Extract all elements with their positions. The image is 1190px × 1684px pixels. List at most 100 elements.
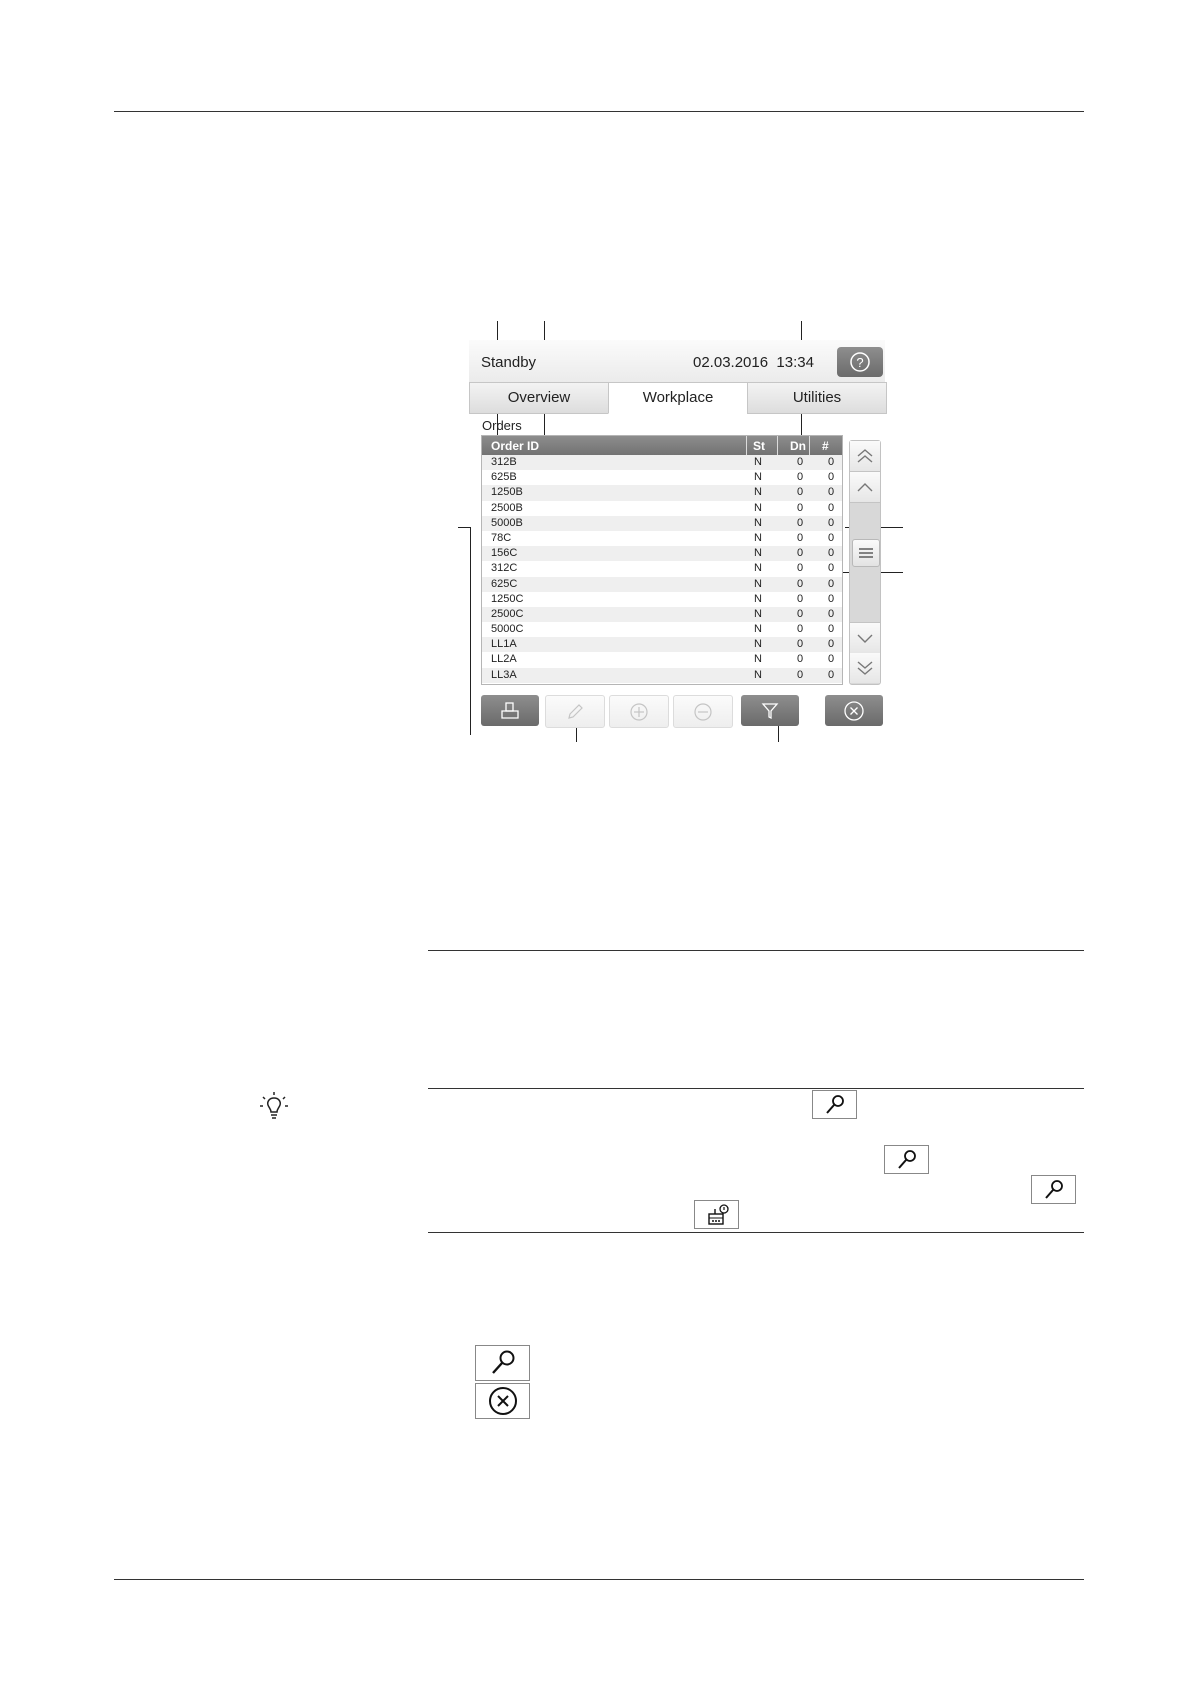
cell-order-id: 625C (491, 577, 518, 590)
cell-count: 0 (828, 623, 835, 636)
tab-overview[interactable]: Overview (469, 382, 609, 414)
double-chevron-up-icon (857, 449, 873, 463)
close-button[interactable] (825, 695, 883, 726)
cell-count: 0 (828, 486, 835, 499)
col-dn[interactable]: Dn (790, 439, 806, 453)
cell-dn: 0 (797, 547, 804, 560)
tab-workplace[interactable]: Workplace (608, 382, 748, 414)
cell-count: 0 (828, 668, 835, 681)
help-button[interactable]: ? (837, 347, 883, 377)
date-time: 02.03.2016 13:34 (693, 354, 814, 371)
cell-st: N (754, 623, 762, 636)
table-row[interactable]: 312C N 0 0 (482, 561, 842, 576)
scroll-top-button[interactable] (850, 441, 880, 472)
cell-st: N (754, 592, 762, 605)
filter-button[interactable] (741, 695, 799, 726)
cell-st: N (754, 638, 762, 651)
svg-text:?: ? (856, 355, 863, 370)
scroll-thumb[interactable] (852, 539, 880, 567)
cell-dn: 0 (797, 516, 804, 529)
cell-order-id: 1250B (491, 486, 523, 499)
table-rule-top (428, 950, 1084, 951)
table-row[interactable]: LL1A N 0 0 (482, 637, 842, 653)
cell-dn: 0 (797, 562, 804, 575)
cell-order-id: 2500C (491, 607, 524, 620)
table-row[interactable]: 5000C N 0 0 (482, 622, 842, 637)
col-st[interactable]: St (753, 439, 765, 453)
cell-st: N (754, 607, 762, 620)
cell-order-id: 312C (491, 562, 518, 575)
device-screen: Standby 02.03.2016 13:34 ? Overview Work… (469, 340, 887, 730)
cell-st: N (754, 486, 762, 499)
tab-bar: Overview Workplace Utilities (469, 382, 887, 414)
search-icon (812, 1090, 857, 1119)
cell-dn: 0 (797, 607, 804, 620)
print-button[interactable] (481, 695, 539, 726)
table-row[interactable]: 2500B N 0 0 (482, 501, 842, 516)
minus-circle-icon (694, 702, 712, 721)
table-row[interactable]: 5000B N 0 0 (482, 515, 842, 531)
scrollbar[interactable] (849, 440, 881, 685)
cell-count: 0 (828, 516, 835, 529)
cell-dn: 0 (797, 653, 804, 666)
tip-rule-bottom (428, 1232, 1084, 1233)
cell-order-id: 5000B (491, 516, 523, 529)
filter-icon (761, 702, 779, 719)
cell-dn: 0 (797, 623, 804, 636)
table-row[interactable]: 156C N 0 0 (482, 546, 842, 562)
help-icon: ? (850, 352, 870, 372)
table-row[interactable]: 1250B N 0 0 (482, 485, 842, 501)
cell-count: 0 (828, 562, 835, 575)
cell-st: N (754, 547, 762, 560)
cell-count: 0 (828, 471, 835, 484)
cell-order-id: 156C (491, 547, 518, 560)
table-header: Order ID St Dn # (482, 436, 842, 455)
footer-rule (114, 1579, 1084, 1580)
cell-st: N (754, 531, 762, 544)
lightbulb-icon (260, 1092, 288, 1119)
col-order-id[interactable]: Order ID (491, 439, 539, 453)
remove-button[interactable] (673, 695, 733, 728)
table-body: 312B N 0 0 625B N 0 0 1250B N 0 0 2500B N 0 0 5000B N 0 0 78… (482, 455, 842, 683)
table-row[interactable]: LL3A N 0 0 (482, 667, 842, 683)
cell-order-id: LL2A (491, 653, 517, 666)
cell-st: N (754, 562, 762, 575)
tab-utilities[interactable]: Utilities (747, 382, 887, 414)
table-row[interactable]: 625B N 0 0 (482, 470, 842, 485)
col-count[interactable]: # (822, 439, 829, 453)
search-icon (884, 1145, 929, 1174)
search-icon (1031, 1175, 1076, 1204)
table-row[interactable]: LL2A N 0 0 (482, 652, 842, 667)
search-icon (475, 1345, 530, 1381)
cell-count: 0 (828, 592, 835, 605)
cell-st: N (754, 653, 762, 666)
status-text: Standby (481, 354, 537, 371)
cell-st: N (754, 471, 762, 484)
close-circle-icon (844, 700, 864, 721)
table-row[interactable]: 1250C N 0 0 (482, 592, 842, 607)
cell-st: N (754, 516, 762, 529)
cell-count: 0 (828, 456, 835, 468)
scroll-up-button[interactable] (850, 472, 880, 503)
edit-button[interactable] (545, 695, 605, 728)
cell-dn: 0 (797, 456, 804, 468)
chevron-up-icon (857, 483, 873, 492)
cell-count: 0 (828, 638, 835, 651)
cell-dn: 0 (797, 638, 804, 651)
cell-dn: 0 (797, 471, 804, 484)
cell-order-id: 78C (491, 531, 512, 544)
scroll-bottom-button[interactable] (850, 653, 880, 683)
table-row[interactable]: 2500C N 0 0 (482, 606, 842, 623)
add-button[interactable] (609, 695, 669, 728)
orders-label: Orders (482, 418, 522, 433)
cell-dn: 0 (797, 577, 804, 590)
scroll-down-button[interactable] (850, 622, 880, 654)
header-rule (114, 111, 1084, 112)
pencil-icon (568, 703, 583, 719)
table-row[interactable]: 312B N 0 0 (482, 455, 842, 471)
plus-circle-icon (630, 702, 648, 721)
cell-count: 0 (828, 501, 835, 514)
table-row[interactable]: 625C N 0 0 (482, 576, 842, 592)
cell-st: N (754, 577, 762, 590)
table-row[interactable]: 78C N 0 0 (482, 531, 842, 546)
